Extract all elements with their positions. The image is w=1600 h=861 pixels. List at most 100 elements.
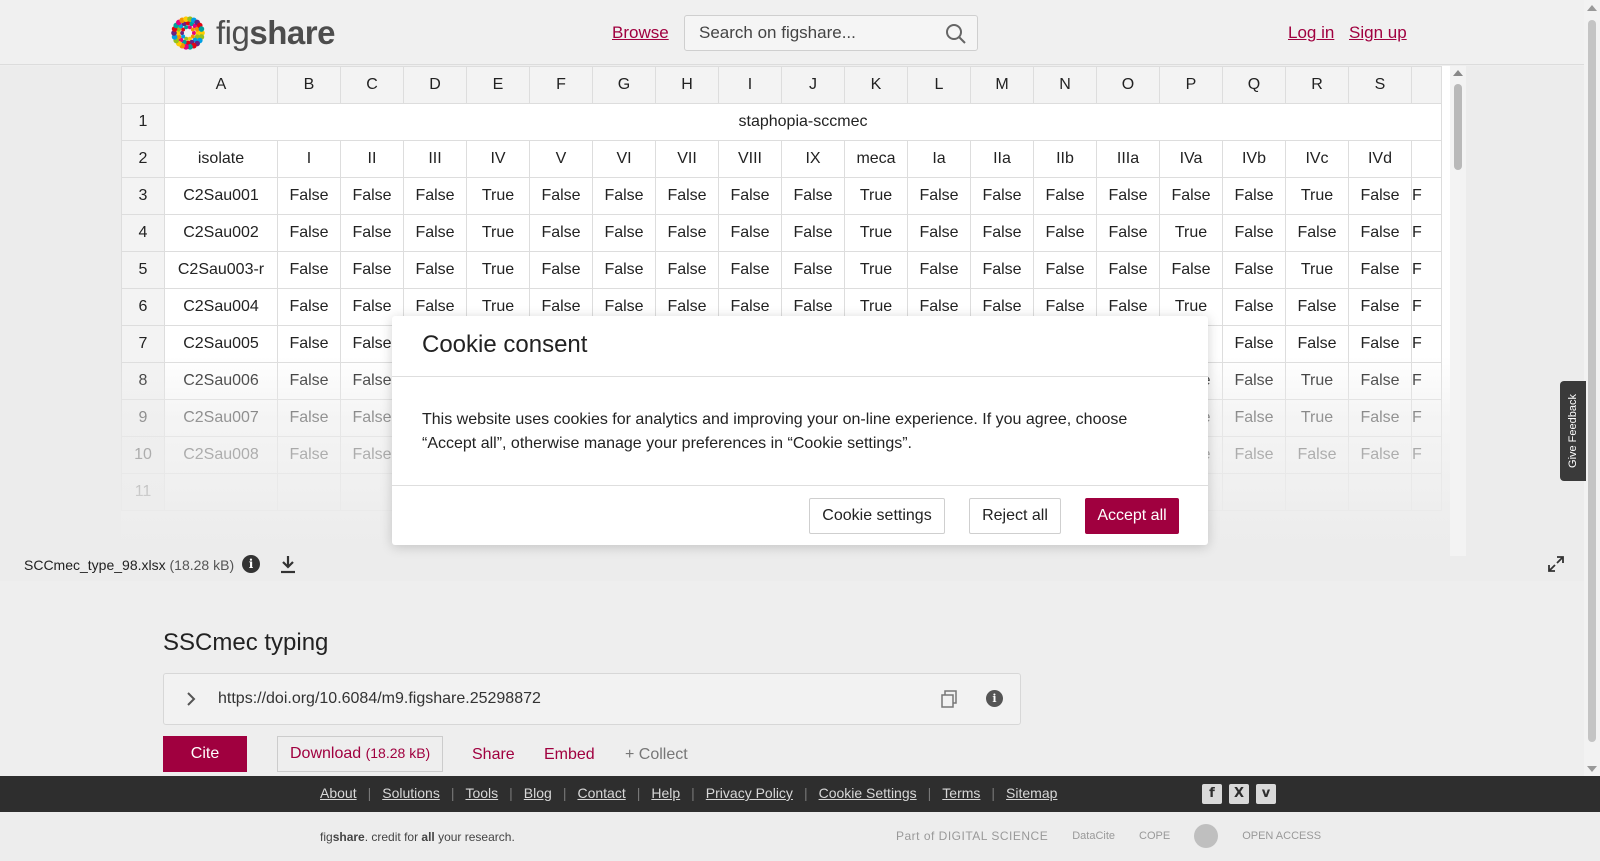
row-header[interactable]: 9 [121, 399, 165, 437]
download-icon[interactable] [279, 554, 297, 574]
column-header[interactable]: M [970, 66, 1034, 104]
table-cell[interactable]: IIb [1033, 140, 1097, 178]
table-cell[interactable]: False [1348, 214, 1412, 252]
table-cell[interactable]: F [1411, 288, 1442, 326]
table-cell[interactable] [164, 473, 278, 511]
sheet-scroll-up-icon[interactable] [1453, 70, 1463, 76]
table-cell[interactable]: True [1159, 214, 1223, 252]
table-cell[interactable]: False [529, 177, 593, 215]
table-cell[interactable]: True [844, 251, 908, 289]
row-header[interactable]: 3 [121, 177, 165, 215]
table-cell[interactable]: True [466, 251, 530, 289]
table-cell[interactable]: False [1222, 177, 1286, 215]
footer-link-tools[interactable]: Tools [465, 785, 498, 801]
table-cell[interactable]: VI [592, 140, 656, 178]
table-cell[interactable]: True [1285, 399, 1349, 437]
scroll-up-arrow-icon[interactable] [1587, 5, 1597, 11]
table-cell[interactable]: True [1285, 251, 1349, 289]
table-cell[interactable] [1285, 473, 1349, 511]
table-cell[interactable]: False [1096, 177, 1160, 215]
footer-link-privacy-policy[interactable]: Privacy Policy [706, 785, 793, 801]
table-cell[interactable]: C2Sau005 [164, 325, 278, 363]
table-cell[interactable] [1411, 473, 1442, 511]
give-feedback-tab[interactable]: Give Feedback [1560, 381, 1586, 481]
collect-link[interactable]: + Collect [625, 746, 688, 764]
table-cell[interactable]: False [781, 251, 845, 289]
table-cell[interactable]: False [781, 177, 845, 215]
table-cell[interactable]: IVd [1348, 140, 1412, 178]
table-cell[interactable]: False [277, 325, 341, 363]
table-cell[interactable]: False [529, 214, 593, 252]
row-header[interactable]: 8 [121, 362, 165, 400]
table-cell[interactable]: False [1222, 325, 1286, 363]
footer-link-about[interactable]: About [320, 785, 357, 801]
column-header[interactable]: B [277, 66, 341, 104]
table-cell[interactable]: False [403, 177, 467, 215]
table-cell[interactable]: C2Sau006 [164, 362, 278, 400]
table-cell[interactable]: False [718, 177, 782, 215]
cite-button[interactable]: Cite [163, 736, 247, 772]
table-cell[interactable]: False [1033, 214, 1097, 252]
column-header[interactable]: K [844, 66, 908, 104]
table-cell[interactable]: IVb [1222, 140, 1286, 178]
table-cell[interactable]: IIa [970, 140, 1034, 178]
page-scrollbar-thumb[interactable] [1588, 20, 1596, 742]
table-cell[interactable]: False [970, 214, 1034, 252]
table-cell[interactable]: False [655, 251, 719, 289]
embed-link[interactable]: Embed [544, 746, 595, 764]
table-cell[interactable]: False [403, 251, 467, 289]
table-cell[interactable]: F [1411, 362, 1442, 400]
table-cell[interactable]: False [277, 251, 341, 289]
accept-all-button[interactable]: Accept all [1085, 498, 1179, 534]
table-cell[interactable]: False [907, 251, 971, 289]
table-cell[interactable] [1348, 473, 1412, 511]
table-cell[interactable]: II [340, 140, 404, 178]
figshare-logo[interactable]: figshare [162, 7, 335, 59]
column-header[interactable]: G [592, 66, 656, 104]
table-cell[interactable]: False [277, 436, 341, 474]
table-cell[interactable]: False [1033, 251, 1097, 289]
table-cell[interactable]: False [970, 177, 1034, 215]
copy-icon[interactable] [940, 690, 958, 708]
column-header[interactable]: O [1096, 66, 1160, 104]
table-cell[interactable]: I [277, 140, 341, 178]
row-header[interactable]: 7 [121, 325, 165, 363]
column-header[interactable]: F [529, 66, 593, 104]
table-cell[interactable]: False [1222, 251, 1286, 289]
reject-all-button[interactable]: Reject all [969, 498, 1061, 534]
digital-science-logo[interactable]: Part of DIGITAL SCIENCE [896, 829, 1048, 843]
signup-link[interactable]: Sign up [1349, 23, 1407, 43]
table-cell[interactable]: IV [466, 140, 530, 178]
table-cell[interactable]: True [466, 214, 530, 252]
table-cell[interactable]: False [1159, 251, 1223, 289]
sheet-scrollbar[interactable] [1450, 66, 1466, 556]
table-cell[interactable]: IIIa [1096, 140, 1160, 178]
table-cell[interactable]: False [1285, 325, 1349, 363]
table-cell[interactable]: False [277, 288, 341, 326]
file-info-icon[interactable]: i [242, 555, 260, 573]
doi-info-icon[interactable]: i [986, 690, 1003, 707]
row-header[interactable]: 5 [121, 251, 165, 289]
column-header[interactable] [1411, 66, 1442, 104]
table-cell[interactable]: False [1222, 399, 1286, 437]
datacite-logo[interactable]: DataCite [1072, 830, 1115, 842]
table-cell[interactable]: isolate [164, 140, 278, 178]
table-cell[interactable]: False [1222, 436, 1286, 474]
column-header[interactable]: S [1348, 66, 1412, 104]
column-header[interactable]: E [466, 66, 530, 104]
table-cell[interactable]: False [277, 177, 341, 215]
page-scrollbar[interactable] [1584, 0, 1600, 776]
table-cell[interactable]: False [592, 177, 656, 215]
table-cell[interactable]: False [1285, 436, 1349, 474]
fullscreen-icon[interactable] [1548, 556, 1564, 572]
column-header[interactable]: Q [1222, 66, 1286, 104]
table-cell[interactable]: True [466, 177, 530, 215]
table-cell[interactable]: C2Sau001 [164, 177, 278, 215]
table-cell[interactable]: F [1411, 214, 1442, 252]
login-link[interactable]: Log in [1288, 23, 1334, 43]
search-icon[interactable] [945, 23, 967, 45]
sheet-scrollbar-thumb[interactable] [1454, 84, 1462, 170]
table-cell[interactable]: False [718, 251, 782, 289]
row-header[interactable]: 10 [121, 436, 165, 474]
footer-link-terms[interactable]: Terms [942, 785, 980, 801]
